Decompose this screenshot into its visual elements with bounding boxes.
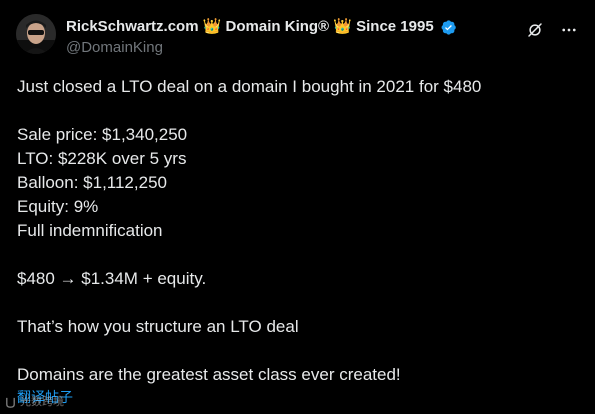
tweet-line: Just closed a LTO deal on a domain I bou… [17,77,482,96]
author-header: RickSchwartz.com 👑 Domain King® 👑 Since … [66,17,457,58]
tweet-line: That’s how you structure an LTO deal [17,317,299,336]
avatar[interactable] [16,14,56,54]
tweet-card: RickSchwartz.com 👑 Domain King® 👑 Since … [0,0,595,414]
tweet-line: Equity: 9% [17,197,99,216]
grok-icon[interactable] [525,20,545,40]
watermark: 光数跨境 [4,395,64,409]
verified-badge-icon [440,19,457,36]
tweet-line: LTO: $228K over 5 yrs [17,149,187,168]
watermark-text: 光数跨境 [20,396,64,408]
tweet-line: Full indemnification [17,221,163,240]
avatar-image [16,14,56,54]
tweet-line: $480 → $1.34M + equity. [17,269,207,288]
more-options-icon[interactable] [559,20,579,40]
author-display-name[interactable]: RickSchwartz.com 👑 Domain King® 👑 Since … [66,17,434,37]
tweet-line: Balloon: $1,112,250 [17,173,167,192]
author-handle[interactable]: @DomainKing [66,38,457,58]
tweet-line: Domains are the greatest asset class eve… [17,365,401,384]
watermark-logo-icon [4,396,17,409]
tweet-top-actions [525,20,579,40]
tweet-line: Sale price: $1,340,250 [17,125,188,144]
tweet-body: Just closed a LTO deal on a domain I bou… [17,75,577,387]
